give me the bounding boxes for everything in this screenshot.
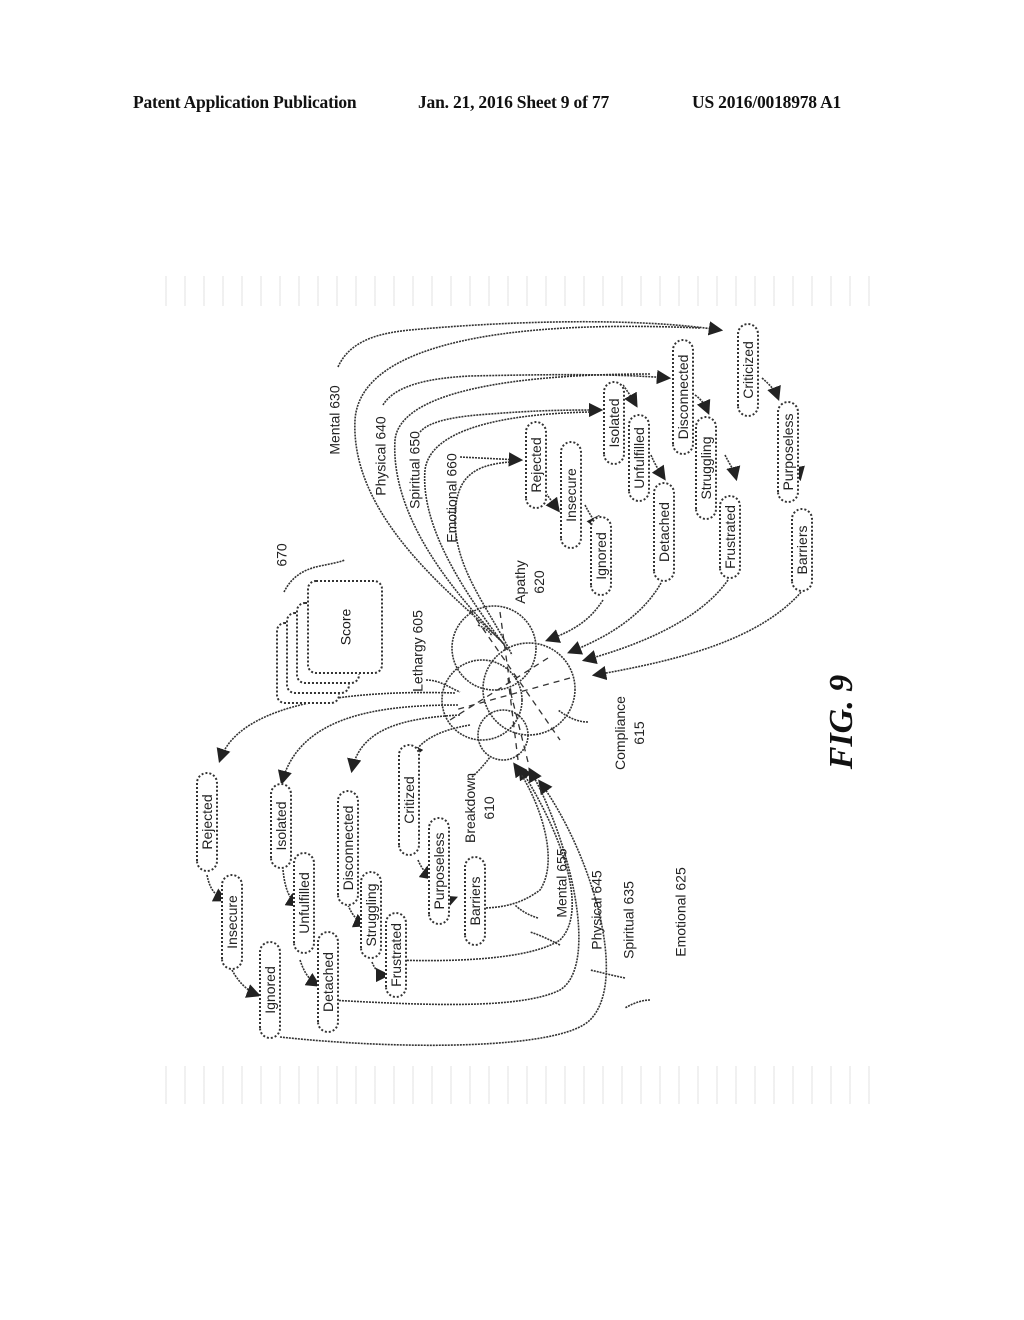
score-label: Score xyxy=(336,608,353,646)
label-mental-655: Mental 655 xyxy=(553,848,570,918)
circle-compliance xyxy=(482,642,576,736)
left-node-isolated: Isolated xyxy=(270,783,292,869)
label-spiritual-650: Spiritual 650 xyxy=(406,431,423,509)
right-node-isolated: Isolated xyxy=(603,381,625,465)
score-card-front: Score xyxy=(307,580,383,674)
left-node-unfulfilled: Unfulfilled xyxy=(293,852,315,954)
right-node-unfulfilled: Unfulfilled xyxy=(628,414,650,502)
line-emotional-660 xyxy=(459,452,524,467)
left-node-ignored: Ignored xyxy=(259,941,281,1039)
right-node-rejected: Rejected xyxy=(525,421,547,509)
right-node-purposeless: Purposeless xyxy=(777,401,799,503)
label-physical-640: Physical 640 xyxy=(372,416,389,496)
score-ref-670: 670 xyxy=(273,543,290,567)
circle-apathy xyxy=(451,605,537,691)
right-node-criticized: Criticized xyxy=(737,323,759,417)
label-emotional-660: Emotional 660 xyxy=(443,453,460,543)
apathy-text: Apathy xyxy=(512,560,529,604)
left-node-insecure: Insecure xyxy=(221,874,243,970)
figure-caption: FIG. 9 xyxy=(823,674,860,770)
left-node-disconnected: Disconnected xyxy=(337,790,359,906)
circle-breakdown xyxy=(477,709,529,761)
right-node-insecure: Insecure xyxy=(560,441,582,549)
left-node-criticized: Critized xyxy=(398,744,420,856)
right-node-ignored: Ignored xyxy=(590,516,612,596)
right-node-detached: Detached xyxy=(653,482,675,582)
left-node-rejected: Rejected xyxy=(196,772,218,872)
diagram-connectors xyxy=(206,320,805,1047)
line-physical-640 xyxy=(382,369,672,406)
label-emotional-625: Emotional 625 xyxy=(672,867,689,957)
left-node-purposeless: Purposeless xyxy=(428,817,450,925)
left-node-struggling: Struggling xyxy=(360,871,382,959)
apathy-ref: 620 xyxy=(531,570,547,594)
left-node-frustrated: Frustrated xyxy=(385,912,407,998)
right-node-frustrated: Frustrated xyxy=(719,495,741,579)
label-breakdown: Breakdown 610 xyxy=(461,773,499,843)
compliance-ref: 615 xyxy=(631,721,647,745)
right-node-disconnected: Disconnected xyxy=(672,339,694,455)
breakdown-text: Breakdown xyxy=(462,772,479,844)
left-node-barriers: Barriers xyxy=(464,856,486,946)
right-node-barriers: Barriers xyxy=(791,508,813,592)
line-mental-630 xyxy=(337,320,724,368)
compliance-text: Compliance xyxy=(612,696,629,770)
label-apathy: Apathy 620 xyxy=(511,560,549,604)
label-spiritual-635: Spiritual 635 xyxy=(620,881,637,959)
right-node-struggling: Struggling xyxy=(695,416,717,520)
label-compliance: Compliance 615 xyxy=(611,696,649,770)
label-mental-630: Mental 630 xyxy=(326,385,343,455)
left-node-detached: Detached xyxy=(317,931,339,1033)
label-physical-645: Physical 645 xyxy=(588,870,605,950)
breakdown-ref: 610 xyxy=(481,796,497,820)
label-lethargy: Lethargy 605 xyxy=(409,610,426,692)
